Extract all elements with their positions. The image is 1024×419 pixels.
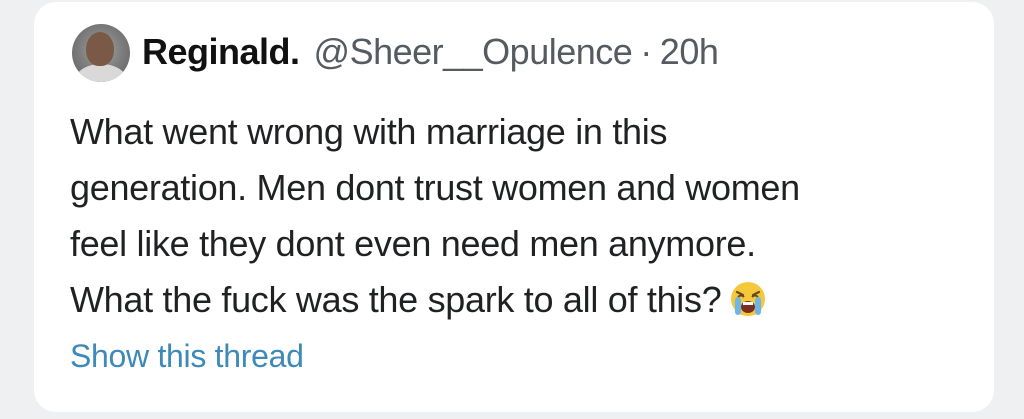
separator: ·: [640, 31, 652, 72]
tweet-text-line: What the fuck was the spark to all of th…: [70, 272, 980, 328]
avatar-body-shape: [76, 64, 126, 82]
tweet-card[interactable]: Reginald. @Sheer__Opulence · 20h What we…: [34, 2, 994, 412]
tweet-text-line-content: What the fuck was the spark to all of th…: [70, 279, 722, 320]
tweet-text-line: feel like they dont even need men anymor…: [70, 223, 756, 264]
tweet-text-line: generation. Men dont trust women and wom…: [70, 167, 800, 208]
tweet-text-line: What went wrong with marriage in this: [70, 111, 668, 152]
avatar-face-shape: [86, 32, 114, 66]
display-name[interactable]: Reginald.: [142, 31, 300, 73]
tweet-text: What went wrong with marriage in this ge…: [70, 104, 980, 328]
tweet-header: Reginald. @Sheer__Opulence · 20h: [142, 30, 719, 74]
loudly-crying-face-icon: [729, 278, 767, 316]
show-thread-link[interactable]: Show this thread: [70, 338, 304, 375]
user-handle[interactable]: @Sheer__Opulence: [314, 31, 633, 73]
avatar[interactable]: [72, 24, 130, 82]
timestamp[interactable]: 20h: [660, 31, 719, 73]
